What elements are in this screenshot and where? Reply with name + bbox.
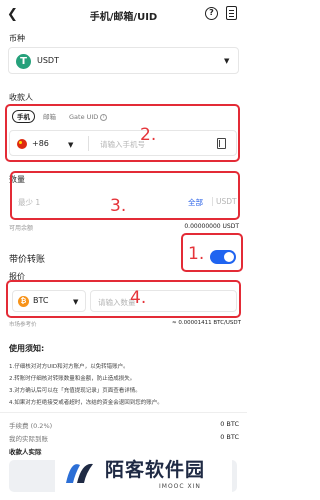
caret-down-icon: ▼ [68, 141, 74, 149]
tab-email[interactable]: 邮箱 [43, 110, 56, 123]
quote-coin: BTC [33, 296, 49, 305]
fee-row: 手续费 (0.2%) 0 BTC [9, 420, 239, 430]
recipient-label: 收款人 [9, 93, 33, 102]
phone-input-row: +86 ▼ 请输入手机号 [9, 130, 237, 156]
watermark-subtext: IMOOC XIN [159, 483, 201, 490]
note-item: 2.转账时仔细核对转账数量和金额，防止造成损失。 [9, 376, 136, 382]
currency-label: 币种 [9, 34, 25, 43]
note-item: 4.如果对方拒绝接受或者超时，冻结的资金会退回到您的账户。 [9, 400, 163, 406]
notes-title: 使用须知: [9, 344, 45, 353]
watermark-logo-icon [66, 463, 93, 483]
quantity-input[interactable]: 最少 1 [18, 197, 40, 208]
bitcoin-icon: ₿ [18, 296, 29, 307]
china-flag-icon [17, 139, 27, 149]
price-transfer-toggle[interactable] [210, 250, 236, 264]
watermark-text: 陌客软件园 [105, 459, 206, 481]
annotation-3: 3. [110, 196, 127, 216]
quote-amount-input[interactable]: 请输入数量 [90, 290, 237, 312]
fee-value: 0 BTC [220, 420, 239, 428]
address-book-icon[interactable] [217, 138, 226, 149]
payer-label: 收款人实际 [9, 448, 42, 456]
note-item: 3.对方确认后可以在「充值提现记录」页面查看详情。 [9, 388, 141, 394]
annotation-4: 4. [130, 288, 147, 308]
available-label: 可用余额 [9, 225, 34, 232]
document-icon[interactable] [226, 6, 237, 20]
rate-label: 市场参考价 [9, 322, 37, 328]
annotation-2: 2. [140, 125, 157, 145]
note-item: 1.仔细核对对方UID和对方账户，以免转错账户。 [9, 364, 129, 370]
price-transfer-label: 带价转账 [9, 255, 46, 265]
info-icon: i [100, 113, 108, 121]
divider [212, 197, 213, 206]
currency-select[interactable]: T USDT ▼ [8, 47, 239, 74]
top-bar: ❮ 手机/邮箱/UID ? [0, 0, 247, 30]
quote-coin-select[interactable]: ₿ BTC ▼ [12, 290, 86, 312]
rate-value: ≈ 0.00001411 BTC/USDT [172, 320, 241, 326]
toggle-knob [224, 252, 234, 262]
phone-input[interactable]: 请输入手机号 [100, 139, 145, 150]
tab-phone[interactable]: 手机 [12, 110, 35, 123]
divider [88, 136, 89, 151]
receive-label: 我的实际到账 [9, 435, 48, 443]
tab-gate-uid-label: Gate UID [69, 113, 99, 121]
all-button[interactable]: 全部 [188, 197, 203, 208]
watermark: 陌客软件园 IMOOC XIN [55, 446, 232, 500]
market-rate: 市场参考价 ≈ 0.00001411 BTC/USDT [9, 320, 241, 328]
country-code-select[interactable]: +86 [32, 139, 49, 148]
caret-down-icon: ▼ [73, 298, 79, 306]
quantity-unit: USDT [216, 197, 237, 206]
usdt-icon: T [16, 54, 31, 69]
help-icon[interactable]: ? [205, 7, 218, 20]
currency-value: USDT [37, 56, 59, 65]
annotation-1: 1. [188, 244, 205, 264]
available-balance: 可用余额 0.00000000 USDT [9, 223, 239, 232]
receive-row: 我的实际到账 0 BTC [9, 433, 239, 443]
tab-gate-uid[interactable]: Gate UID i [69, 110, 108, 123]
caret-down-icon: ▼ [224, 57, 230, 65]
fee-label: 手续费 (0.2%) [9, 422, 53, 430]
receive-value: 0 BTC [220, 433, 239, 441]
available-value: 0.00000000 USDT [184, 223, 239, 230]
